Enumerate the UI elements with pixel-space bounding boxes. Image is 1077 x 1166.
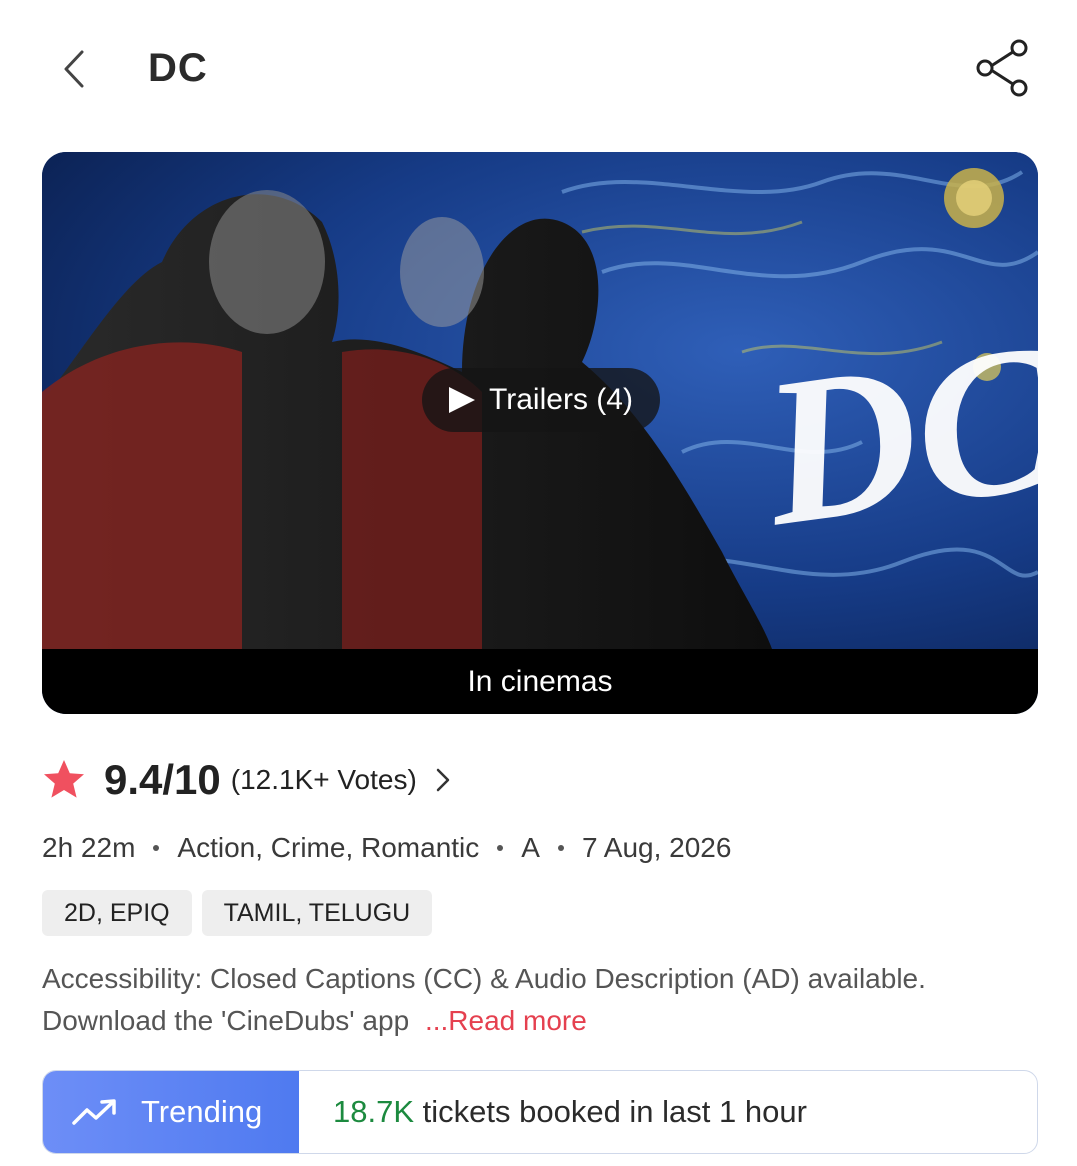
bookings-count: 18.7K <box>333 1094 415 1129</box>
chevron-left-icon <box>64 50 84 88</box>
trending-banner: Trending 18.7K tickets booked in last 1 … <box>42 1070 1038 1154</box>
rating-row[interactable]: 9.4/10 (12.1K+ Votes) <box>42 752 453 808</box>
back-button[interactable] <box>52 44 96 94</box>
movie-description: Accessibility: Closed Captions (CC) & Au… <box>42 958 1032 1042</box>
certificate: A <box>521 832 540 863</box>
share-button[interactable] <box>972 36 1036 100</box>
rating-value: 9.4/10 <box>104 756 221 803</box>
movie-poster[interactable]: DC Trailers (4) In cinemas <box>42 152 1038 714</box>
star-icon <box>44 760 84 798</box>
share-icon <box>976 39 1028 97</box>
format-tag: 2D, EPIQ <box>42 890 192 936</box>
trending-label: Trending <box>141 1094 263 1129</box>
duration: 2h 22m <box>42 832 136 863</box>
release-status-label: In cinemas <box>467 664 613 698</box>
separator-dot <box>497 845 504 851</box>
genres: Action, Crime, Romantic <box>177 832 480 863</box>
release-date: 7 Aug, 2026 <box>581 832 732 863</box>
release-status-banner: In cinemas <box>42 649 1038 714</box>
language-tag: TAMIL, TELUGU <box>201 890 433 936</box>
trailers-label: Trailers (4) <box>489 383 633 416</box>
bookings-rest: tickets booked in last 1 hour <box>422 1094 807 1129</box>
vote-count: (12.1K+ Votes) <box>230 764 417 795</box>
chevron-right-icon <box>436 768 450 792</box>
movie-meta: 2h 22m Action, Crime, Romantic A 7 Aug, … <box>42 832 731 864</box>
poster-logo: DC <box>748 299 1038 570</box>
read-more-link[interactable]: ...Read more <box>425 1005 587 1036</box>
trailers-button[interactable]: Trailers (4) <box>422 368 660 432</box>
separator-dot <box>557 845 564 851</box>
bookings-text: 18.7K tickets booked in last 1 hour <box>333 1094 807 1130</box>
trending-badge: Trending <box>43 1071 299 1153</box>
trending-up-icon <box>72 1099 116 1125</box>
page-title: DC <box>148 46 208 90</box>
app-header: DC <box>0 0 1077 140</box>
format-language-tags: 2D, EPIQ TAMIL, TELUGU <box>42 890 433 936</box>
play-icon <box>449 387 476 413</box>
separator-dot <box>153 845 160 851</box>
